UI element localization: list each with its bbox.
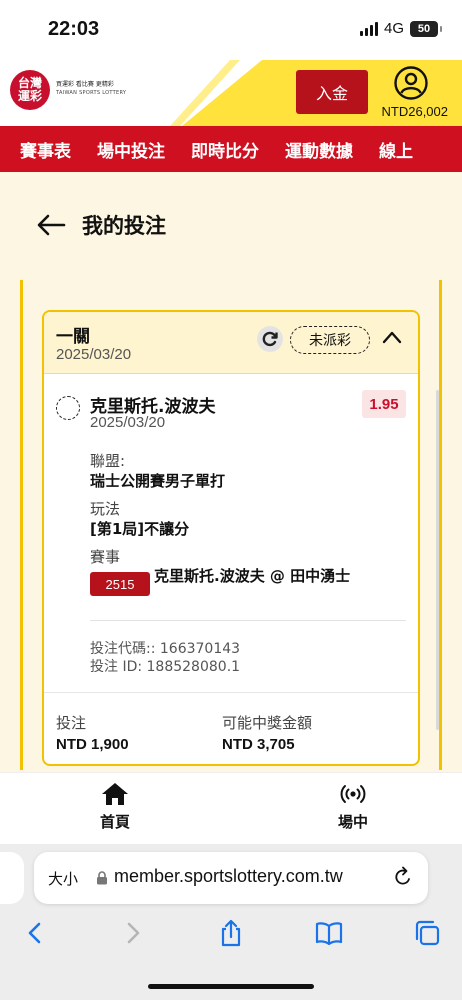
tab-home[interactable]: 首頁 [100, 781, 130, 832]
odds-badge: 1.95 [362, 390, 406, 418]
logo-text-bottom: 運彩 [17, 89, 42, 103]
stake-label: 投注 [56, 714, 87, 732]
league-label: 聯盟: [90, 452, 126, 470]
tab-live[interactable]: 場中 [338, 781, 368, 832]
bet-id: 投注 ID: 188528080.1 [90, 659, 241, 675]
site-logo[interactable]: 台灣 運彩 [10, 70, 50, 110]
back-arrow-icon[interactable] [36, 213, 66, 237]
deposit-button[interactable]: 入金 [296, 70, 368, 114]
browser-toolbar: 大小 member.sportslottery.com.tw [0, 844, 462, 1000]
league-value: 瑞士公開賽男子單打 [90, 472, 226, 490]
home-indicator[interactable] [148, 984, 314, 989]
broadcast-icon [340, 785, 366, 803]
tab-home-label: 首頁 [100, 813, 131, 831]
page-title: 我的投注 [82, 214, 166, 238]
bet-card-header[interactable]: 一關 2025/03/20 未派彩 [44, 312, 418, 374]
market-label: 玩法 [90, 500, 121, 518]
tab-live-label: 場中 [338, 813, 369, 831]
nav-item-live-betting[interactable]: 場中投注 [97, 137, 165, 162]
chevron-up-icon[interactable] [382, 330, 402, 344]
previous-tab-peek[interactable] [0, 852, 24, 904]
logo-tagline-en: TAIWAN SPORTS LOTTERY [56, 90, 127, 96]
scrollbar[interactable] [436, 390, 439, 730]
market-value: [第1局]不讓分 [90, 520, 190, 538]
bet-code: 投注代碼:: 166370143 [90, 641, 241, 657]
url-text[interactable]: member.sportslottery.com.tw [114, 866, 343, 887]
logo-tagline: 買運彩 看比賽 更精彩 TAIWAN SPORTS LOTTERY [56, 80, 126, 98]
status-time: 22:03 [48, 18, 100, 40]
network-type: 4G [383, 20, 404, 37]
selection-status-icon [56, 396, 80, 420]
share-icon[interactable] [216, 918, 246, 948]
bookmarks-icon[interactable] [314, 918, 344, 948]
forward-icon[interactable] [118, 918, 148, 948]
summary-divider [44, 692, 418, 693]
back-icon[interactable] [20, 918, 50, 948]
page-settings-button[interactable]: 大小 [48, 868, 78, 889]
page-title-row: 我的投注 [36, 210, 166, 240]
reload-icon[interactable] [392, 866, 414, 888]
selection-divider [90, 620, 406, 621]
payout-value: NTD 3,705 [222, 736, 295, 753]
stake-value: NTD 1,900 [56, 736, 129, 753]
signal-icon [359, 21, 378, 36]
status-bar: 22:03 4G 50 [0, 0, 462, 60]
bet-type: 一關 [56, 327, 90, 347]
payout-label: 可能中獎金額 [222, 714, 313, 732]
event-label: 賽事 [90, 548, 121, 566]
refresh-icon[interactable] [257, 326, 283, 352]
event-name: 克里斯托.波波夫 @ 田中湧士 [154, 567, 351, 585]
bet-date: 2025/03/20 [56, 346, 132, 363]
home-icon [102, 783, 128, 805]
bet-card: 一關 2025/03/20 未派彩 克里斯托.波波夫 2025/03/20 1.… [42, 310, 420, 766]
nav-item-online[interactable]: 線上 [379, 137, 413, 162]
user-account-icon[interactable] [394, 66, 428, 100]
lock-icon [97, 871, 107, 885]
logo-tagline-cn: 買運彩 看比賽 更精彩 [56, 81, 114, 88]
address-bar[interactable]: 大小 member.sportslottery.com.tw [34, 852, 428, 904]
account-balance: NTD26,002 [381, 104, 448, 119]
status-indicators: 4G 50 [359, 20, 442, 37]
status-badge: 未派彩 [290, 326, 370, 354]
tabs-icon[interactable] [412, 918, 442, 948]
nav-item-sports-data[interactable]: 運動數據 [285, 137, 353, 162]
battery-icon: 50 [410, 20, 442, 37]
event-code-badge: 2515 [90, 572, 150, 596]
site-header: 台灣 運彩 買運彩 看比賽 更精彩 TAIWAN SPORTS LOTTERY … [0, 60, 462, 126]
selection-date: 2025/03/20 [90, 414, 166, 431]
nav-item-schedule[interactable]: 賽事表 [20, 137, 71, 162]
bottom-tab-bar: 首頁 場中 [0, 772, 462, 844]
main-nav: 賽事表 場中投注 即時比分 運動數據 線上 [0, 126, 462, 172]
nav-item-live-scores[interactable]: 即時比分 [191, 137, 259, 162]
